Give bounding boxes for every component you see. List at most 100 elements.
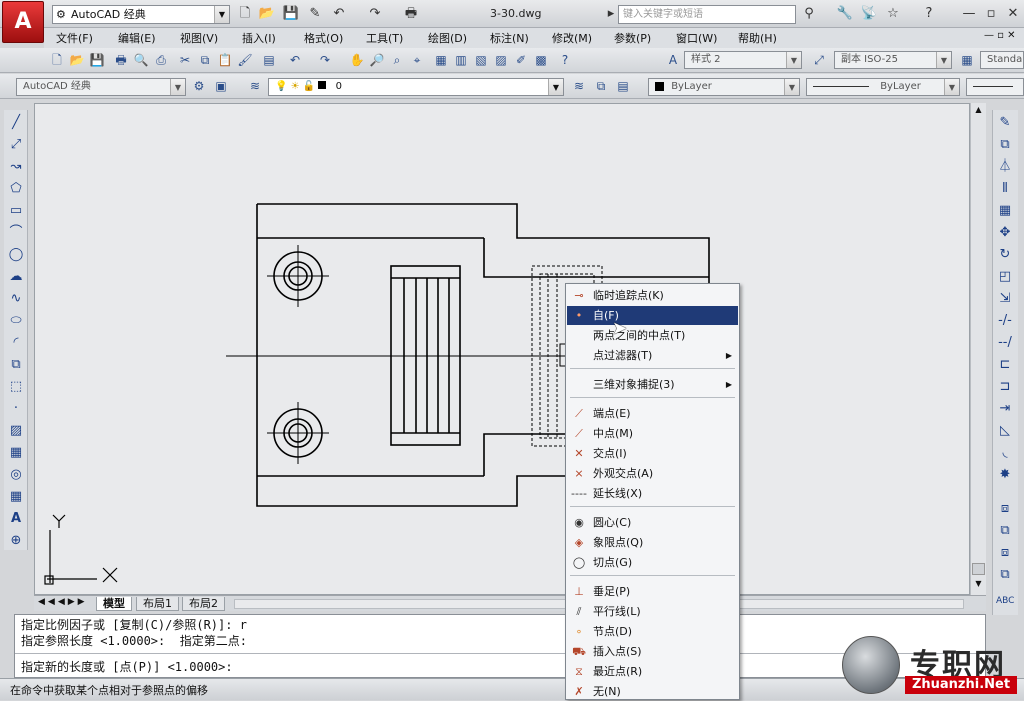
quickcalc-icon[interactable]: ▩ [532,51,550,69]
dim-style-select[interactable]: 副本 ISO-25 ▼ [834,51,952,69]
polyline-icon[interactable]: ↝ [7,158,25,176]
undo-icon[interactable]: ↶ [330,5,348,23]
saveas-icon[interactable]: ✎ [306,5,324,23]
doc-window-controls-icon[interactable]: — ▫ ✕ [984,30,1016,41]
favorites-star-icon[interactable]: ☆ [884,5,902,23]
move-icon[interactable]: ✥ [996,224,1014,242]
redo-icon[interactable]: ↷ [316,51,334,69]
cut-icon[interactable]: ✂ [176,51,194,69]
publish-icon[interactable]: ⎙ [152,51,170,69]
close-button[interactable]: ✕ [1002,4,1024,24]
properties-icon[interactable]: ▦ [432,51,450,69]
zoom-previous-icon[interactable]: ⌖ [408,51,426,69]
preview-icon[interactable]: 🔍 [132,51,150,69]
layer-manager-icon[interactable]: ≋ [246,77,264,95]
menu-modify[interactable]: 修改(M) [552,30,592,46]
search-input[interactable]: 键入关键字或短语 [618,5,796,24]
array-icon[interactable]: ▦ [996,202,1014,220]
open-icon[interactable]: 📂 [68,51,86,69]
erase-icon[interactable]: ✎ [996,114,1014,132]
menu-item-tangent[interactable]: ◯ 切点(G) [567,553,738,572]
make-layer-current-icon[interactable]: ≋ [570,77,588,95]
layer-states-icon[interactable]: ▤ [614,77,632,95]
circle-icon[interactable]: ◯ [7,246,25,264]
workspace-save-icon[interactable]: ▣ [212,77,230,95]
plot-icon[interactable]: 🖶 [402,5,420,23]
textstyle-icon[interactable]: A [664,51,682,69]
construction-line-icon[interactable]: ⤢ [7,136,25,154]
redo-icon[interactable]: ↷ [366,5,384,23]
scroll-up-icon[interactable]: ▲ [972,105,985,118]
menu-help[interactable]: 帮助(H) [738,30,777,46]
stretch-icon[interactable]: ⇲ [996,290,1014,308]
arc-icon[interactable]: ⌒ [7,224,25,242]
tab-model[interactable]: 模型 [96,597,132,611]
dimstyle-icon[interactable]: ⤢ [810,51,828,69]
menu-window[interactable]: 窗口(W) [676,30,717,46]
help-icon[interactable]: ? [920,5,938,23]
ellipse-arc-icon[interactable]: ◜ [7,334,25,352]
application-menu-button[interactable]: A [2,1,44,43]
menu-item-nearest[interactable]: ⧖ 最近点(R) [567,662,738,681]
menu-item-extension[interactable]: ---- 延长线(X) [567,484,738,503]
tablestyle-icon[interactable]: ▦ [958,51,976,69]
layer-previous-icon[interactable]: ⧉ [592,77,610,95]
minimize-button[interactable]: — [958,4,980,24]
text-front-icon[interactable]: ABC [996,592,1014,610]
menu-item-node[interactable]: ∘ 节点(D) [567,622,738,641]
polygon-icon[interactable]: ⬠ [7,180,25,198]
menu-item-intersection[interactable]: ✕ 交点(I) [567,444,738,463]
rotate-icon[interactable]: ↻ [996,246,1014,264]
table-style-select[interactable]: Standa [980,51,1024,69]
tab-layout1[interactable]: 布局1 [136,597,179,611]
text-style-select[interactable]: 样式 2 ▼ [684,51,802,69]
insert-block-icon[interactable]: ⧉ [7,356,25,374]
table-icon[interactable]: ▦ [7,488,25,506]
binoculars-icon[interactable]: ⚲ [800,5,818,23]
menu-file[interactable]: 文件(F) [56,30,93,46]
open-icon[interactable]: 📂 [258,5,276,23]
new-icon[interactable]: 🗋 [236,5,254,23]
chamfer-icon[interactable]: ◺ [996,422,1014,440]
rectangle-icon[interactable]: ▭ [7,202,25,220]
region-icon[interactable]: ◎ [7,466,25,484]
menu-view[interactable]: 视图(V) [180,30,218,46]
menu-item-quadrant[interactable]: ◈ 象限点(Q) [567,533,738,552]
markup-icon[interactable]: ✐ [512,51,530,69]
undo-icon[interactable]: ↶ [286,51,304,69]
save-icon[interactable]: 💾 [282,5,300,23]
workspace-settings-icon[interactable]: ⚙ [190,77,208,95]
paste-icon[interactable]: 📋 [216,51,234,69]
scroll-down-icon[interactable]: ▼ [972,579,985,592]
vertical-scrollbar[interactable]: ▲ ▼ [970,103,986,595]
color-select[interactable]: ByLayer ▼ [648,78,800,96]
multiline-text-icon[interactable]: A [7,510,25,528]
menu-item-temp-track[interactable]: ⊸ 临时追踪点(K) [567,286,738,305]
trim-icon[interactable]: -/- [996,312,1014,330]
spline-icon[interactable]: ∿ [7,290,25,308]
help-icon[interactable]: ? [556,51,574,69]
revcloud-icon[interactable]: ☁ [7,268,25,286]
menu-edit[interactable]: 编辑(E) [118,30,156,46]
fillet-icon[interactable]: ◟ [996,444,1014,462]
menu-item-perpendicular[interactable]: ⊥ 垂足(P) [567,582,738,601]
extend-icon[interactable]: --/ [996,334,1014,352]
add-selected-icon[interactable]: ⊕ [7,532,25,550]
menu-insert[interactable]: 插入(I) [242,30,276,46]
menu-item-insert[interactable]: ⛟ 插入点(S) [567,642,738,661]
menu-format[interactable]: 格式(O) [304,30,343,46]
zoom-window-icon[interactable]: ⌕ [388,51,406,69]
menu-draw[interactable]: 绘图(D) [428,30,467,46]
menu-tools[interactable]: 工具(T) [366,30,403,46]
menu-item-parallel[interactable]: ⫽ 平行线(L) [567,602,738,621]
line-icon[interactable]: ╱ [7,114,25,132]
zoom-realtime-icon[interactable]: 🔎 [368,51,386,69]
menu-item-endpoint[interactable]: ⟋ 端点(E) [567,404,738,423]
offset-icon[interactable]: ⫴ [996,180,1014,198]
gradient-icon[interactable]: ▦ [7,444,25,462]
mirror-icon[interactable]: ⏃ [996,158,1014,176]
communication-icon[interactable]: 📡 [860,5,878,23]
draworder-under-icon[interactable]: ⧉ [996,566,1014,584]
save-icon[interactable]: 💾 [88,51,106,69]
point-icon[interactable]: · [7,400,25,418]
